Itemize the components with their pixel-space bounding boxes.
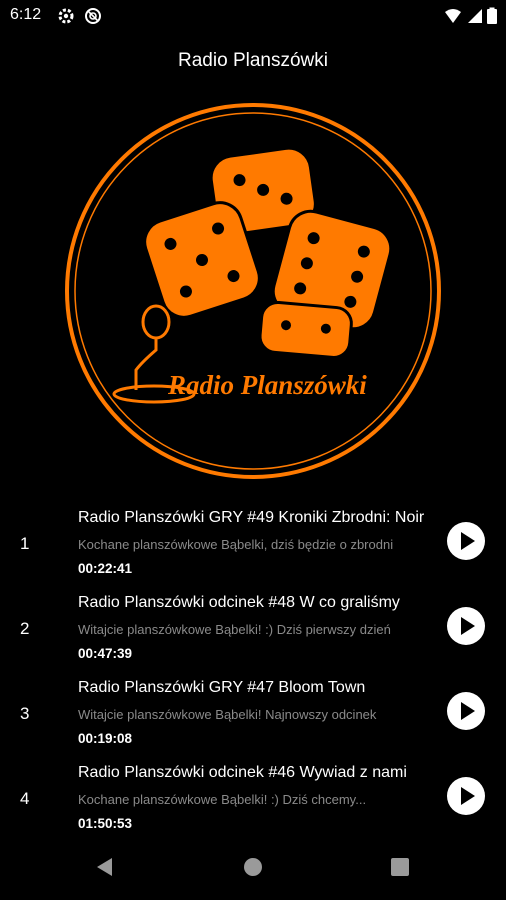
list-item[interactable]: 2 Radio Planszówki odcinek #48 W co gral…	[0, 585, 506, 670]
episode-description: Kochane planszówkowe Bąbelki, dziś będzi…	[78, 537, 394, 552]
play-button[interactable]	[447, 522, 485, 560]
episode-description: Witajcie planszówkowe Bąbelki! Najnowszy…	[78, 707, 377, 722]
play-icon	[461, 787, 475, 805]
navigation-bar	[0, 838, 506, 900]
play-button[interactable]	[447, 777, 485, 815]
episode-description: Witajcie planszówkowe Bąbelki! :) Dziś p…	[78, 622, 391, 637]
episode-description: Kochane planszówkowe Bąbelki! :) Dziś ch…	[78, 792, 367, 807]
status-bar: 6:12	[0, 0, 506, 32]
episode-duration: 00:22:41	[78, 561, 133, 576]
play-button[interactable]	[447, 692, 485, 730]
play-icon	[461, 532, 475, 550]
recents-icon[interactable]	[389, 856, 411, 883]
wifi-icon	[444, 7, 462, 25]
play-button[interactable]	[447, 607, 485, 645]
episode-number: 3	[20, 704, 30, 723]
episode-number: 2	[20, 619, 30, 638]
episode-duration: 00:47:39	[78, 646, 133, 661]
home-icon[interactable]	[242, 856, 264, 883]
gear-icon	[57, 7, 75, 25]
logo-text: Radio Planszówki	[168, 370, 367, 400]
play-icon	[461, 617, 475, 635]
episode-list: 1 Radio Planszówki GRY #49 Kroniki Zbrod…	[0, 500, 506, 840]
status-time: 6:12	[10, 6, 42, 23]
list-item[interactable]: 3 Radio Planszówki GRY #47 Bloom Town Wi…	[0, 670, 506, 755]
episode-number: 4	[20, 789, 30, 808]
episode-number: 1	[20, 534, 30, 553]
do-not-disturb-icon	[84, 7, 102, 25]
episode-title: Radio Planszówki odcinek #46 Wywiad z na…	[78, 764, 407, 781]
episode-duration: 00:19:08	[78, 731, 133, 746]
podcast-logo: Radio Planszówki	[62, 100, 444, 482]
episode-title: Radio Planszówki GRY #47 Bloom Town	[78, 679, 366, 696]
battery-icon	[486, 7, 498, 25]
list-item[interactable]: 1 Radio Planszówki GRY #49 Kroniki Zbrod…	[0, 500, 506, 585]
page-title: Radio Planszówki	[178, 50, 328, 71]
episode-duration: 01:50:53	[78, 816, 133, 831]
list-item[interactable]: 4 Radio Planszówki odcinek #46 Wywiad z …	[0, 755, 506, 840]
episode-title: Radio Planszówki GRY #49 Kroniki Zbrodni…	[78, 509, 425, 526]
episode-title: Radio Planszówki odcinek #48 W co graliś…	[78, 594, 400, 611]
play-icon	[461, 702, 475, 720]
back-icon[interactable]	[94, 856, 116, 883]
signal-icon	[466, 7, 484, 25]
